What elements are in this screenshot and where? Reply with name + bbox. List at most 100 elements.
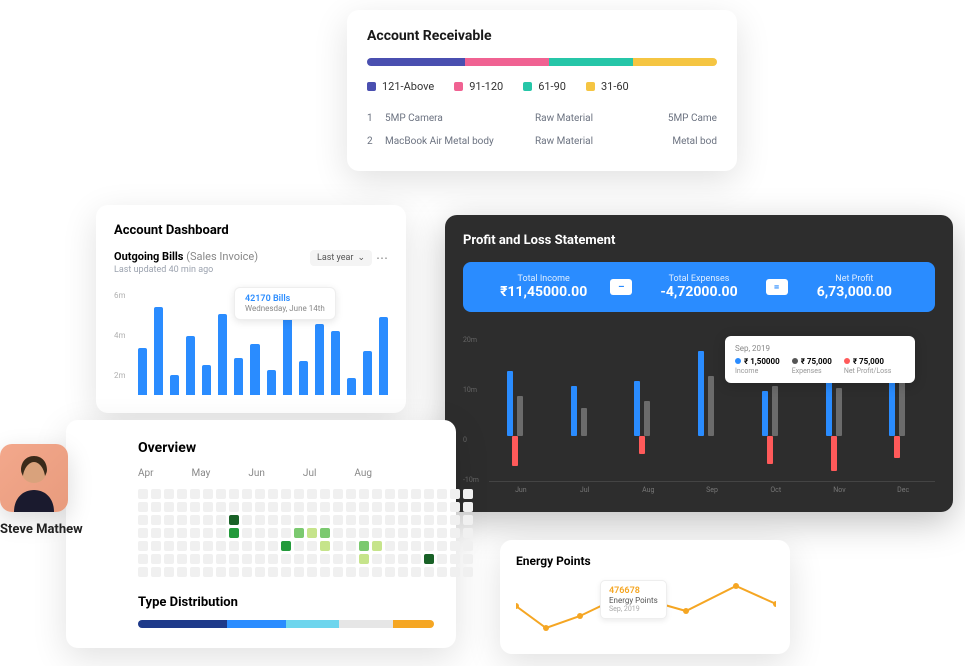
heatmap-cell[interactable] <box>242 554 252 564</box>
heatmap-cell[interactable] <box>242 541 252 551</box>
heatmap-cell[interactable] <box>242 515 252 525</box>
heatmap-cell[interactable] <box>411 502 421 512</box>
chart-bar[interactable] <box>234 358 243 395</box>
heatmap-cell[interactable] <box>203 567 213 577</box>
heatmap-cell[interactable] <box>203 489 213 499</box>
chart-bar[interactable] <box>331 331 340 395</box>
heatmap-cell[interactable] <box>359 554 369 564</box>
heatmap-cell[interactable] <box>307 567 317 577</box>
heatmap-cell[interactable] <box>437 502 447 512</box>
heatmap-cell[interactable] <box>281 567 291 577</box>
heatmap-cell[interactable] <box>424 489 434 499</box>
heatmap-cell[interactable] <box>229 502 239 512</box>
heatmap-cell[interactable] <box>190 541 200 551</box>
heatmap-cell[interactable] <box>411 489 421 499</box>
heatmap-cell[interactable] <box>281 554 291 564</box>
loss-bar[interactable] <box>639 436 645 454</box>
heatmap-cell[interactable] <box>320 489 330 499</box>
chart-bar[interactable] <box>186 336 195 395</box>
heatmap-cell[interactable] <box>437 489 447 499</box>
heatmap-cell[interactable] <box>229 567 239 577</box>
heatmap-cell[interactable] <box>385 567 395 577</box>
filter-dropdown[interactable]: Last year⌄ <box>310 250 372 266</box>
heatmap-cell[interactable] <box>307 502 317 512</box>
heatmap-cell[interactable] <box>281 502 291 512</box>
heatmap-cell[interactable] <box>424 541 434 551</box>
heatmap-cell[interactable] <box>437 528 447 538</box>
heatmap-cell[interactable] <box>229 541 239 551</box>
heatmap-cell[interactable] <box>372 567 382 577</box>
heatmap-cell[interactable] <box>333 528 343 538</box>
heatmap-cell[interactable] <box>372 528 382 538</box>
heatmap-cell[interactable] <box>411 528 421 538</box>
heatmap-cell[interactable] <box>333 489 343 499</box>
heatmap-cell[interactable] <box>216 502 226 512</box>
chart-bar[interactable] <box>299 361 308 395</box>
heatmap-cell[interactable] <box>346 502 356 512</box>
heatmap-cell[interactable] <box>463 567 473 577</box>
heatmap-cell[interactable] <box>216 567 226 577</box>
chart-bar[interactable] <box>267 370 276 395</box>
heatmap-cell[interactable] <box>138 554 148 564</box>
heatmap-cell[interactable] <box>138 489 148 499</box>
heatmap-cell[interactable] <box>255 554 265 564</box>
heatmap-cell[interactable] <box>411 567 421 577</box>
heatmap-cell[interactable] <box>203 541 213 551</box>
heatmap-cell[interactable] <box>203 502 213 512</box>
income-bar[interactable] <box>507 371 513 436</box>
heatmap-cell[interactable] <box>177 502 187 512</box>
heatmap-cell[interactable] <box>385 489 395 499</box>
heatmap-cell[interactable] <box>203 554 213 564</box>
heatmap-cell[interactable] <box>294 541 304 551</box>
heatmap-cell[interactable] <box>385 502 395 512</box>
heatmap-cell[interactable] <box>450 515 460 525</box>
avatar[interactable] <box>0 444 68 512</box>
expense-bar[interactable] <box>836 388 842 436</box>
heatmap-cell[interactable] <box>177 515 187 525</box>
heatmap-cell[interactable] <box>216 528 226 538</box>
heatmap-cell[interactable] <box>281 528 291 538</box>
heatmap-cell[interactable] <box>463 502 473 512</box>
heatmap-cell[interactable] <box>372 515 382 525</box>
heatmap-cell[interactable] <box>385 528 395 538</box>
heatmap-cell[interactable] <box>359 502 369 512</box>
heatmap-cell[interactable] <box>320 541 330 551</box>
heatmap-cell[interactable] <box>138 567 148 577</box>
heatmap-cell[interactable] <box>359 489 369 499</box>
heatmap-cell[interactable] <box>242 489 252 499</box>
heatmap-cell[interactable] <box>229 515 239 525</box>
heatmap-cell[interactable] <box>398 567 408 577</box>
heatmap-cell[interactable] <box>398 502 408 512</box>
heatmap-cell[interactable] <box>255 502 265 512</box>
expense-bar[interactable] <box>772 386 778 436</box>
heatmap-cell[interactable] <box>255 528 265 538</box>
heatmap-cell[interactable] <box>437 541 447 551</box>
heatmap-cell[interactable] <box>398 489 408 499</box>
heatmap-cell[interactable] <box>190 489 200 499</box>
heatmap-cell[interactable] <box>294 489 304 499</box>
heatmap-cell[interactable] <box>372 502 382 512</box>
heatmap-cell[interactable] <box>294 515 304 525</box>
heatmap-cell[interactable] <box>268 541 278 551</box>
heatmap-cell[interactable] <box>372 489 382 499</box>
table-row[interactable]: 1 5MP Camera Raw Material 5MP Came <box>367 107 717 130</box>
heatmap-cell[interactable] <box>294 567 304 577</box>
heatmap-cell[interactable] <box>463 541 473 551</box>
heatmap-cell[interactable] <box>424 528 434 538</box>
heatmap-cell[interactable] <box>255 489 265 499</box>
heatmap-cell[interactable] <box>177 541 187 551</box>
chart-bar[interactable] <box>170 375 179 395</box>
heatmap-cell[interactable] <box>216 489 226 499</box>
chart-bar[interactable] <box>250 344 259 395</box>
expense-bar[interactable] <box>708 376 714 436</box>
expense-bar[interactable] <box>581 408 587 436</box>
heatmap-cell[interactable] <box>346 528 356 538</box>
heatmap-cell[interactable] <box>307 489 317 499</box>
heatmap-cell[interactable] <box>268 489 278 499</box>
heatmap-cell[interactable] <box>450 502 460 512</box>
heatmap-cell[interactable] <box>333 502 343 512</box>
heatmap-cell[interactable] <box>346 567 356 577</box>
heatmap-cell[interactable] <box>190 502 200 512</box>
income-bar[interactable] <box>762 391 768 436</box>
heatmap-cell[interactable] <box>372 554 382 564</box>
